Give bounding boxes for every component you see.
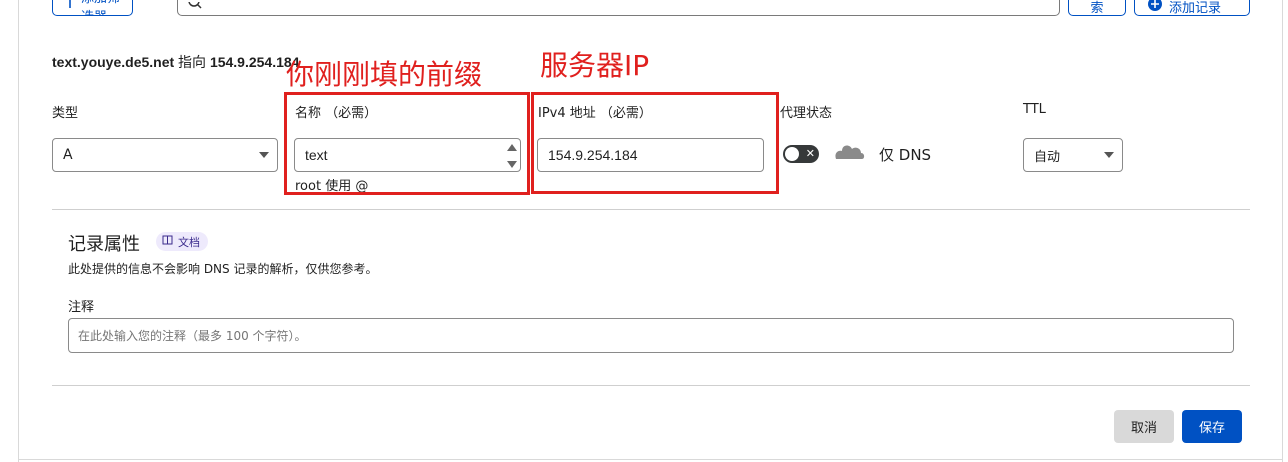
record-summary: text.youye.de5.net 指向 154.9.254.184 — [52, 52, 299, 72]
cloud-icon — [832, 140, 866, 166]
annotation-box-name — [284, 92, 530, 195]
panel-border-bottom — [18, 459, 1283, 460]
ttl-select[interactable]: 自动 — [1023, 138, 1123, 172]
filter-icon — [65, 0, 75, 14]
proxy-status-label: 代理状态 — [780, 106, 833, 121]
proxy-toggle[interactable]: ✕ — [783, 145, 819, 163]
properties-title: 记录属性 — [68, 234, 140, 255]
type-select[interactable]: A — [52, 138, 278, 172]
panel-border-right — [1282, 0, 1283, 462]
annotation-ip-note: 服务器IP — [540, 49, 650, 82]
cancel-button[interactable]: 取消 — [1114, 410, 1174, 443]
doc-link[interactable]: 文档 — [156, 232, 208, 251]
plus-circle-icon — [1147, 0, 1163, 15]
close-icon: ✕ — [805, 147, 815, 160]
search-button[interactable]: 索 — [1068, 0, 1126, 16]
ttl-label: TTL — [1023, 102, 1046, 117]
properties-description: 此处提供的信息不会影响 DNS 记录的解析，仅供您参考。 — [68, 262, 378, 276]
ttl-select-value: 自动 — [1034, 149, 1061, 165]
annotation-name-note: 你刚刚填的前缀 — [286, 58, 483, 91]
chevron-down-icon — [1104, 152, 1114, 158]
divider-top — [52, 209, 1250, 210]
comment-input[interactable] — [68, 318, 1234, 353]
doc-badge-label: 文档 — [178, 235, 200, 249]
points-to-text: 指向 — [178, 54, 207, 70]
add-record-label: 添加记录 — [1169, 0, 1222, 16]
panel-border-left — [18, 0, 19, 462]
search-input[interactable] — [177, 0, 1060, 16]
search-button-label: 索 — [1090, 0, 1104, 16]
add-record-button[interactable]: 添加记录 — [1134, 0, 1250, 16]
comment-label: 注释 — [68, 300, 95, 315]
annotation-box-ip — [531, 92, 779, 194]
add-filter-label: 添加筛选器 — [81, 0, 120, 15]
proxy-status-text: 仅 DNS — [879, 146, 932, 164]
add-filter-button[interactable]: 添加筛选器 — [52, 0, 133, 16]
divider-bottom — [52, 385, 1250, 386]
type-select-value: A — [63, 147, 73, 163]
chevron-down-icon — [259, 152, 269, 158]
book-icon — [162, 235, 173, 248]
search-icon — [188, 1, 204, 15]
save-button[interactable]: 保存 — [1182, 410, 1242, 443]
toggle-knob — [785, 147, 799, 161]
record-name: text.youye.de5.net — [52, 54, 175, 70]
type-label: 类型 — [52, 106, 79, 121]
